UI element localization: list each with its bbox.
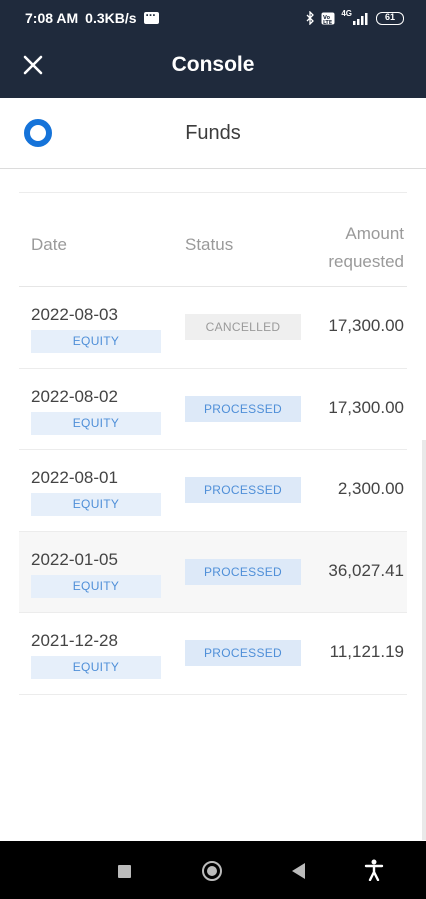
svg-text:LTE: LTE: [323, 20, 333, 25]
funds-bar: Funds: [0, 98, 426, 169]
table-row[interactable]: 2022-08-03 EQUITY CANCELLED 17,300.00: [19, 287, 407, 369]
status-speed: 0.3KB/s: [85, 10, 137, 26]
status-badge: PROCESSED: [185, 558, 301, 585]
status-badge: CANCELLED: [185, 314, 301, 340]
row-date: 2022-08-03: [31, 305, 118, 324]
home-icon[interactable]: [202, 861, 222, 881]
row-date: 2021-12-28: [31, 631, 118, 650]
volte-icon: VoLTE: [321, 12, 335, 25]
recents-icon[interactable]: [118, 865, 131, 878]
signal-icon: [353, 12, 368, 25]
column-header-date: Date: [31, 235, 67, 254]
segment-tag: EQUITY: [31, 656, 161, 679]
segment-tag: EQUITY: [31, 330, 161, 353]
accessibility-icon[interactable]: [364, 859, 384, 881]
funds-title: Funds: [185, 122, 241, 144]
segment-tag: EQUITY: [31, 493, 161, 516]
row-date: 2022-01-05: [31, 549, 118, 569]
status-bar: 7:08 AM 0.3KB/s VoLTE 4G 61: [0, 0, 426, 38]
table-row[interactable]: 2022-08-01 EQUITY PROCESSED 2,300.00: [19, 450, 407, 532]
row-amount: 36,027.41: [328, 560, 404, 580]
bluetooth-icon: [306, 11, 315, 25]
app-header: Console: [0, 38, 426, 98]
column-header-amount-line2: requested: [328, 252, 404, 271]
table-row[interactable]: 2021-12-28 EQUITY PROCESSED 11,121.19: [19, 613, 407, 695]
app-root: 7:08 AM 0.3KB/s VoLTE 4G 61 Console Fund…: [0, 0, 426, 899]
status-badge: PROCESSED: [185, 395, 301, 422]
column-header-status: Status: [185, 235, 234, 254]
system-nav-bar: [0, 841, 426, 899]
table-row[interactable]: 2022-08-02 EQUITY PROCESSED 17,300.00: [19, 369, 407, 450]
funds-table: Date Status Amount requested 2022-08-03 …: [19, 192, 407, 695]
status-left: 7:08 AM 0.3KB/s: [25, 5, 159, 26]
back-icon[interactable]: [292, 863, 305, 879]
column-header-amount: Amount requested: [284, 220, 404, 276]
status-badge: PROCESSED: [185, 640, 301, 666]
row-amount: 11,121.19: [329, 642, 404, 661]
table-row[interactable]: 2022-01-05 EQUITY PROCESSED 36,027.41: [19, 531, 407, 613]
column-header-amount-line1: Amount: [345, 224, 404, 243]
segment-tag: EQUITY: [31, 411, 161, 435]
network-type: 4G: [341, 8, 352, 18]
row-date: 2022-08-01: [31, 468, 118, 487]
status-badge: PROCESSED: [185, 477, 301, 503]
segment-tag: EQUITY: [31, 574, 161, 598]
message-icon: [143, 5, 159, 24]
scrollbar[interactable]: [422, 440, 426, 840]
status-right: Vo LTE 4G 61: [306, 8, 404, 25]
row-date: 2022-08-02: [31, 386, 118, 406]
battery-icon: 61: [376, 11, 404, 25]
table-header: Date Status Amount requested: [19, 193, 407, 287]
status-time: 7:08 AM: [25, 10, 79, 26]
row-amount: 2,300.00: [337, 479, 404, 498]
battery-level: 61: [384, 11, 395, 22]
row-amount: 17,300.00: [328, 316, 404, 335]
page-title: Console: [171, 53, 255, 76]
row-amount: 17,300.00: [328, 397, 404, 417]
